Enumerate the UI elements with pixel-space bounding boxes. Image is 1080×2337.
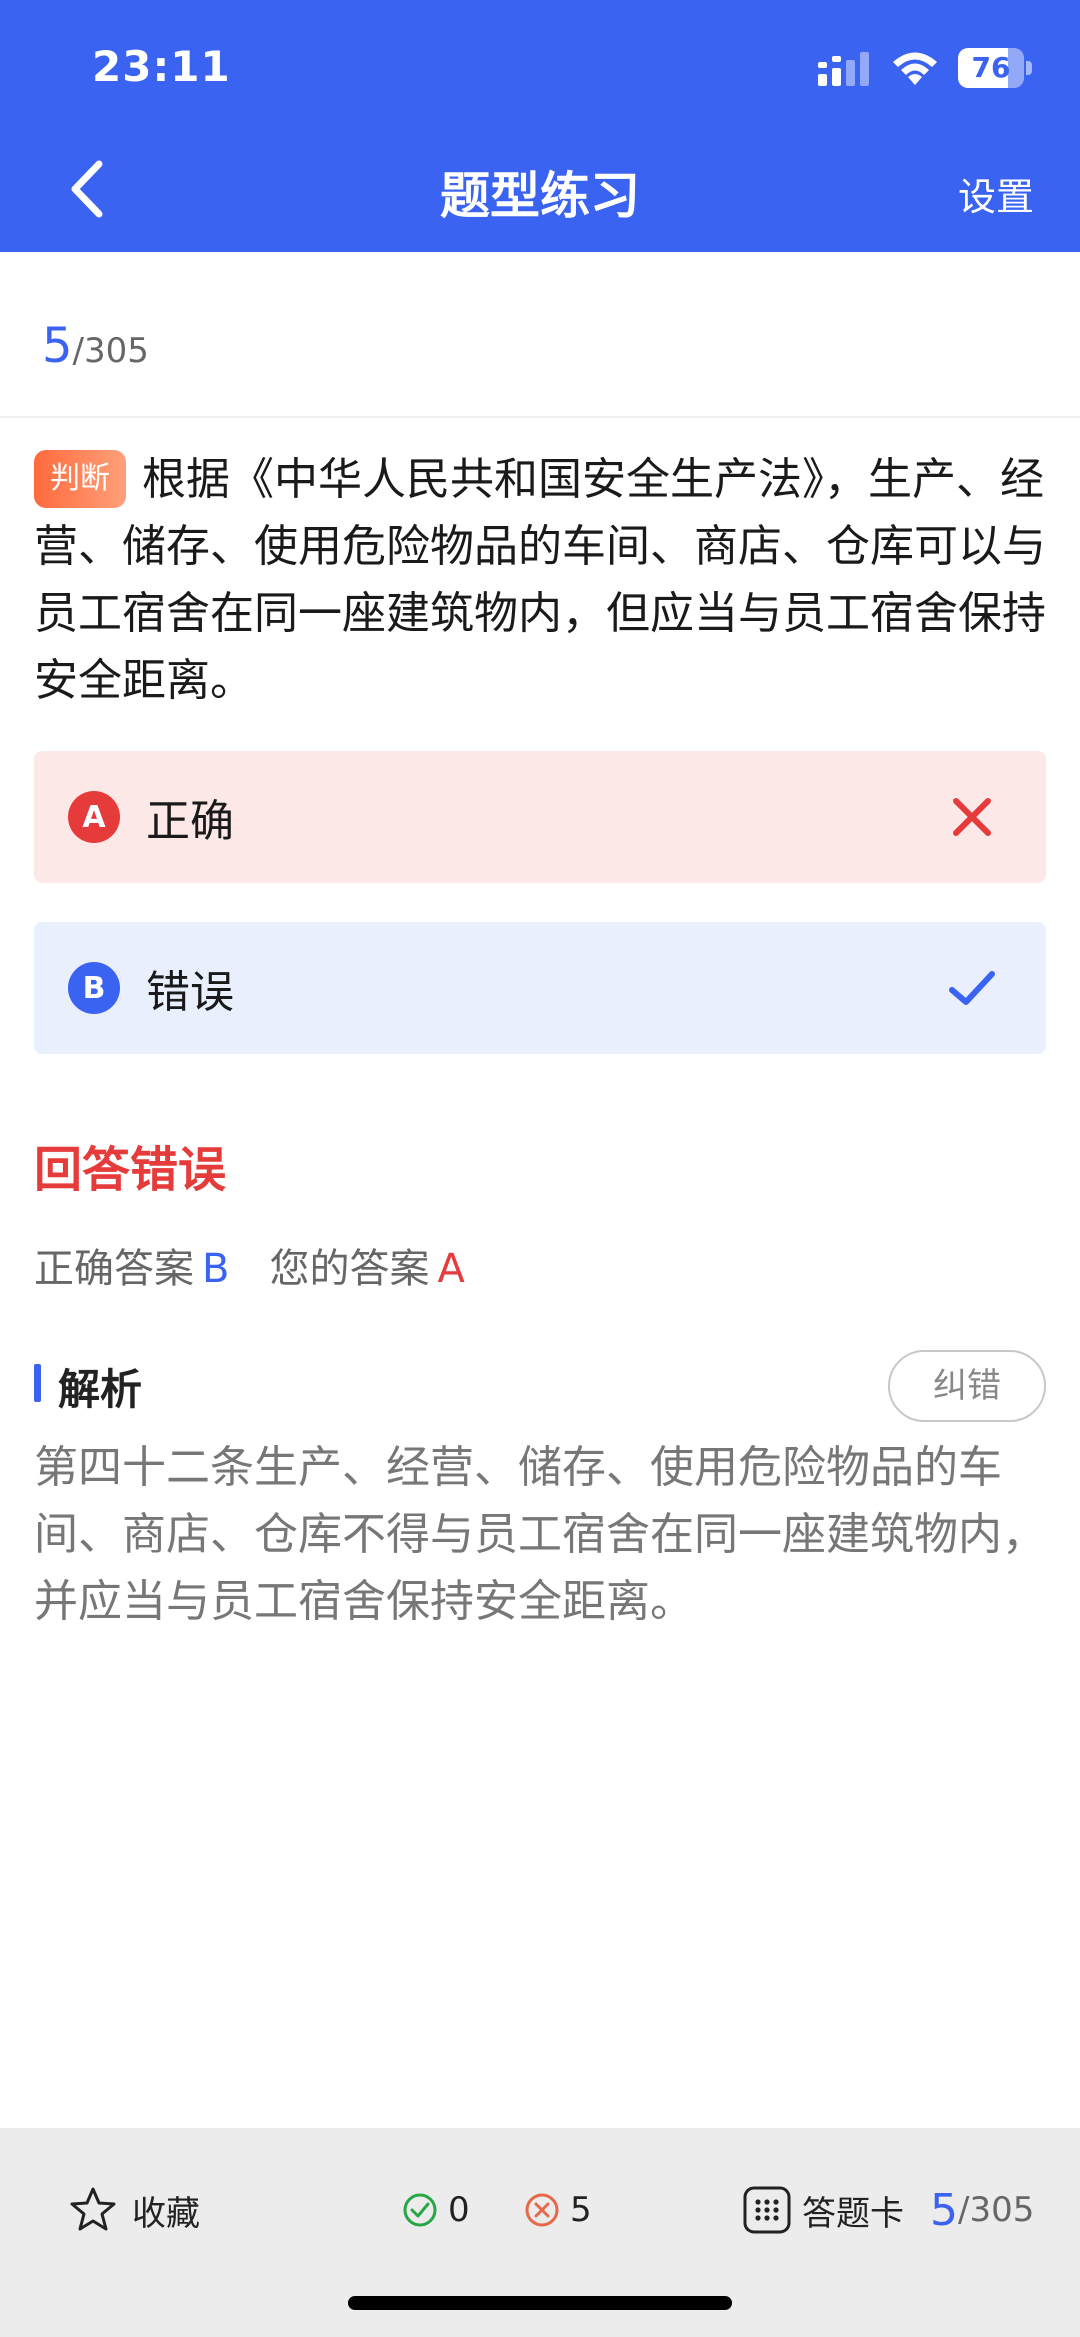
star-icon bbox=[70, 2187, 116, 2231]
nav-bar: 题型练习 设置 bbox=[0, 130, 1080, 252]
question: 判断 根据《中华人民共和国安全生产法》，生产、经营、储存、使用危险物品的车间、商店… bbox=[34, 446, 1046, 714]
answer-summary: 正确答案 B 您的答案 A bbox=[34, 1236, 465, 1294]
answer-card-button[interactable]: 答题卡 bbox=[742, 2182, 904, 2238]
status-time: 23:11 bbox=[92, 42, 231, 91]
status-bar: 23:11 76 bbox=[0, 0, 1080, 130]
favorite-label: 收藏 bbox=[132, 2193, 200, 2234]
check-icon bbox=[949, 971, 995, 1005]
progress-current: 5 bbox=[42, 318, 73, 374]
option-letter: B bbox=[68, 962, 120, 1014]
your-answer-value: A bbox=[437, 1246, 465, 1292]
settings-button[interactable]: 设置 bbox=[958, 166, 1034, 221]
wrong-count-value: 5 bbox=[570, 2190, 592, 2230]
wifi-icon bbox=[893, 52, 937, 85]
app-screen: 23:11 76 题型练习 设置 5/305 判断 根据《中华人民共和国安全生产… bbox=[0, 0, 1080, 2337]
correct-answer-label: 正确答案 bbox=[34, 1246, 194, 1292]
bottom-progress: 5/305 bbox=[930, 2182, 1034, 2238]
report-error-button[interactable]: 纠错 bbox=[888, 1350, 1046, 1422]
bottom-progress-current: 5 bbox=[930, 2184, 958, 2236]
option-a[interactable]: A 正确 bbox=[34, 751, 1046, 883]
favorite-button[interactable]: 收藏 bbox=[68, 2182, 200, 2238]
cross-circle-icon bbox=[525, 2193, 559, 2227]
question-type-badge: 判断 bbox=[34, 450, 126, 508]
option-text: 错误 bbox=[146, 967, 234, 1018]
cellular-signal-icon bbox=[818, 52, 869, 86]
wrong-count: 5 bbox=[524, 2182, 592, 2238]
header: 23:11 76 题型练习 设置 bbox=[0, 0, 1080, 252]
check-circle-icon bbox=[403, 2193, 437, 2227]
correct-answer-value: B bbox=[202, 1246, 230, 1292]
status-icons: 76 bbox=[818, 46, 1032, 90]
cross-icon bbox=[953, 798, 991, 836]
home-indicator bbox=[348, 2296, 732, 2310]
page-title: 题型练习 bbox=[440, 167, 640, 225]
divider bbox=[0, 416, 1080, 418]
analysis-text: 第四十二条生产、经营、储存、使用危险物品的车间、商店、仓库不得与员工宿舍在同一座… bbox=[34, 1442, 1046, 1627]
grid-icon bbox=[743, 2186, 791, 2234]
option-text: 正确 bbox=[146, 796, 234, 847]
correct-count-value: 0 bbox=[448, 2190, 470, 2230]
analysis-accent-bar bbox=[34, 1364, 41, 1402]
answer-card-label: 答题卡 bbox=[802, 2193, 904, 2234]
bottom-progress-total: /305 bbox=[958, 2190, 1035, 2230]
correct-count: 0 bbox=[402, 2182, 470, 2238]
analysis-title: 解析 bbox=[58, 1365, 143, 1414]
option-b[interactable]: B 错误 bbox=[34, 922, 1046, 1054]
battery-level: 76 bbox=[971, 51, 1011, 84]
result-title: 回答错误 bbox=[34, 1142, 227, 1198]
your-answer-label: 您的答案 bbox=[269, 1246, 430, 1292]
progress-total: /305 bbox=[72, 331, 149, 371]
question-progress: 5/305 bbox=[42, 318, 149, 374]
option-letter: A bbox=[68, 791, 120, 843]
question-text: 根据《中华人民共和国安全生产法》，生产、经营、储存、使用危险物品的车间、商店、仓… bbox=[34, 454, 1046, 706]
battery-icon: 76 bbox=[958, 48, 1032, 88]
